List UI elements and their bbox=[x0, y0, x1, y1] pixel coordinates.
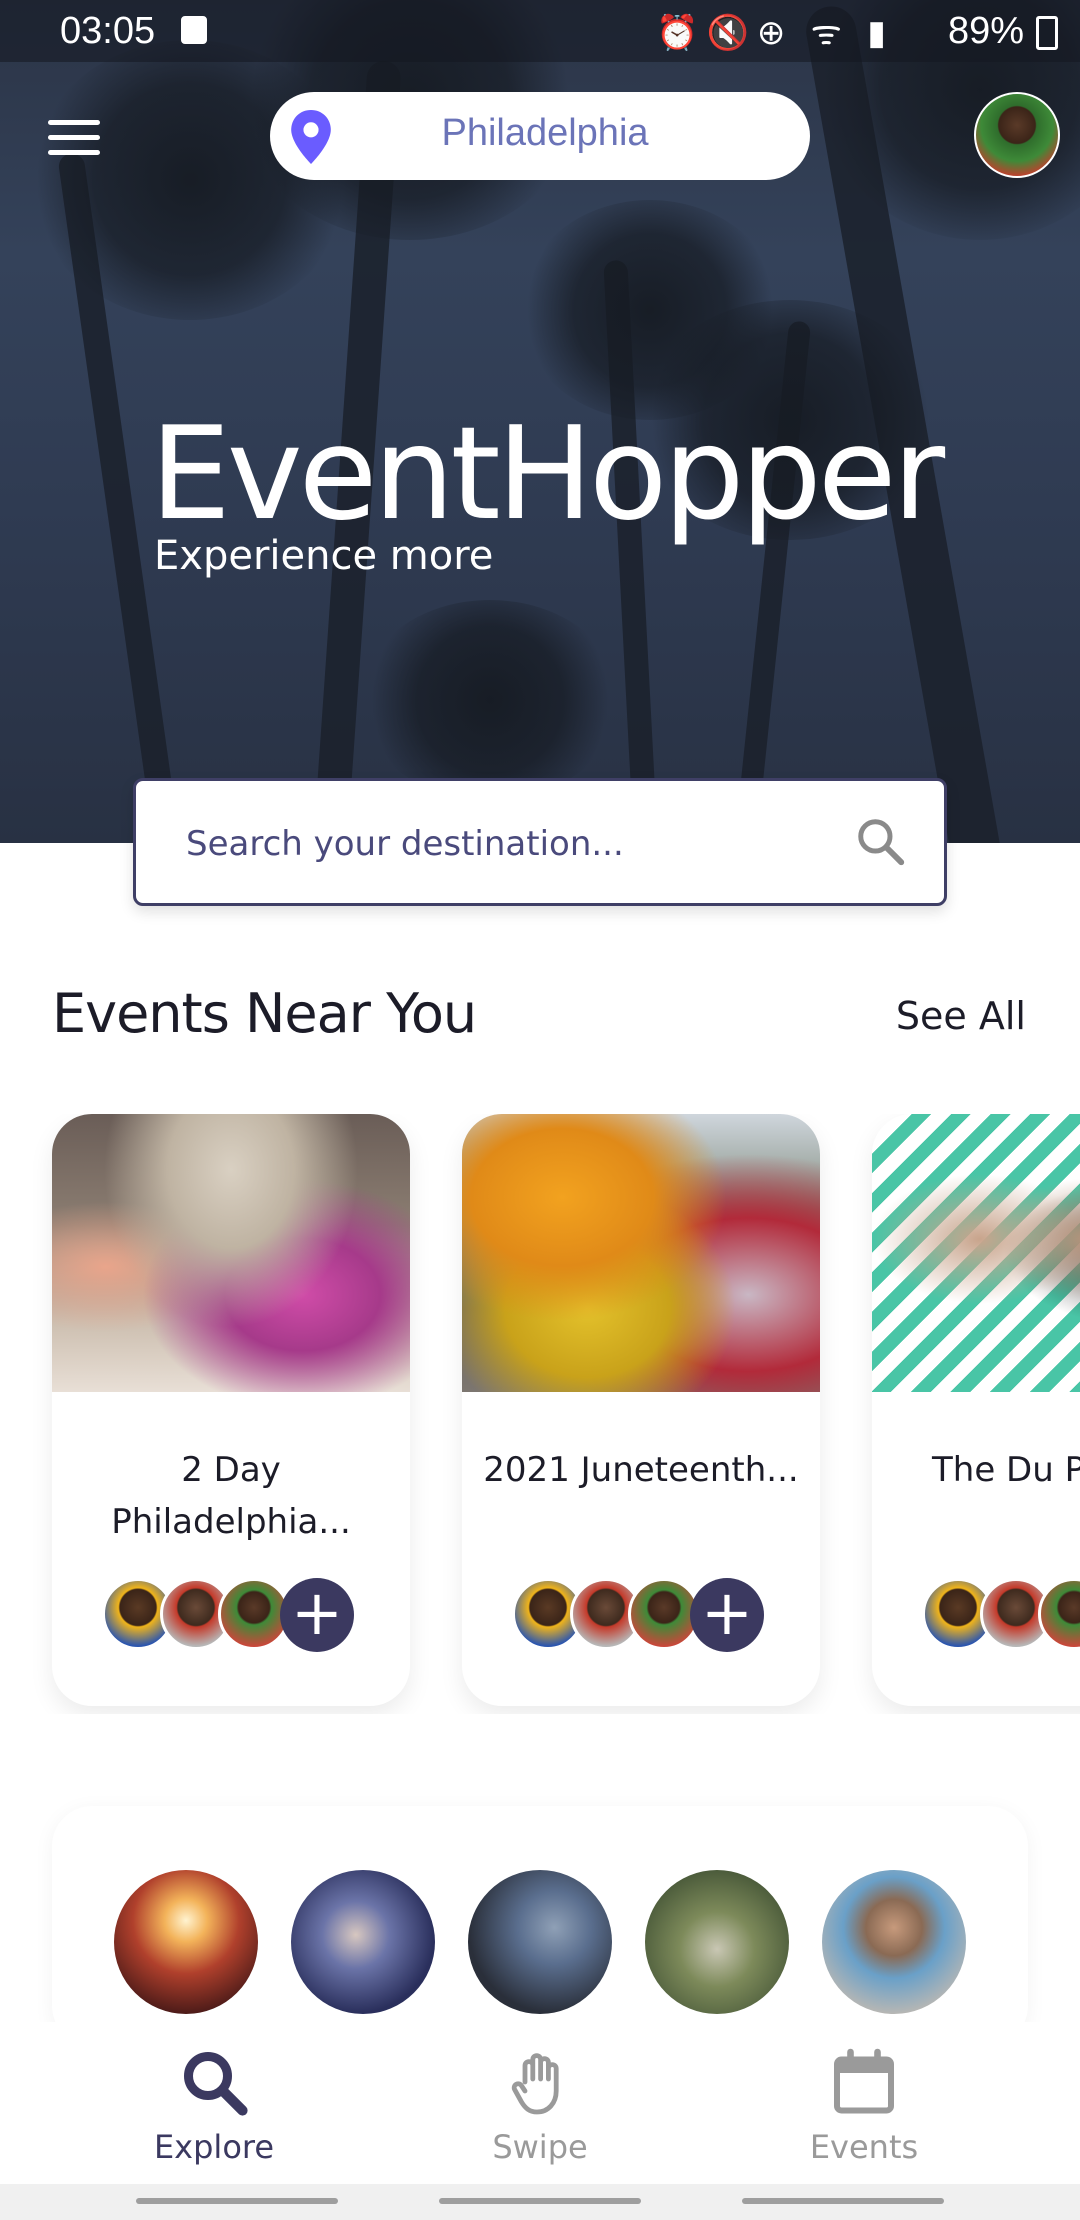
search-input[interactable] bbox=[186, 817, 806, 871]
nav-label: Events bbox=[809, 2128, 919, 2166]
location-selector[interactable]: Philadelphia bbox=[270, 92, 810, 180]
story-avatar[interactable] bbox=[291, 1870, 435, 2014]
attendee-avatar bbox=[1038, 1578, 1080, 1650]
profile-avatar[interactable] bbox=[974, 92, 1060, 178]
story-avatar[interactable] bbox=[645, 1870, 789, 2014]
event-image bbox=[872, 1114, 1080, 1392]
app-tagline: Experience more bbox=[154, 533, 494, 579]
status-icons: ⏰🔇⊕ ᯤ ▮ bbox=[656, 14, 894, 52]
notification-icon bbox=[181, 16, 207, 44]
see-all-link[interactable]: See All bbox=[896, 994, 1026, 1038]
event-card[interactable]: The Du Perfect 2 bbox=[872, 1114, 1080, 1706]
story-avatar[interactable] bbox=[468, 1870, 612, 2014]
app-brand-title: EventHopper bbox=[150, 400, 945, 549]
nav-swipe[interactable]: Swipe bbox=[420, 2036, 660, 2176]
gesture-handle[interactable] bbox=[439, 2198, 641, 2204]
battery-icon bbox=[1036, 16, 1058, 50]
event-image bbox=[52, 1114, 410, 1392]
section-title: Events Near You bbox=[52, 982, 477, 1045]
nav-label: Explore bbox=[153, 2128, 275, 2166]
hamburger-line bbox=[48, 135, 100, 140]
battery-level: 89% bbox=[947, 10, 1024, 52]
system-gesture-bar bbox=[0, 2184, 1080, 2220]
event-image bbox=[462, 1114, 820, 1392]
stories-row bbox=[52, 1806, 1028, 2046]
attendee-avatars bbox=[922, 1578, 1080, 1654]
attendee-avatars: + bbox=[512, 1578, 772, 1654]
add-friend-button[interactable]: + bbox=[690, 1578, 764, 1652]
add-friend-button[interactable]: + bbox=[280, 1578, 354, 1652]
hamburger-icon bbox=[48, 120, 100, 125]
event-card[interactable]: 2 Day Philadelphia... + bbox=[52, 1114, 410, 1706]
search-icon bbox=[184, 2052, 248, 2116]
event-title: 2 Day Philadelphia... bbox=[111, 1450, 351, 1542]
bottom-navigation: Explore Swipe Events bbox=[0, 2022, 1080, 2184]
location-name: Philadelphia bbox=[441, 112, 649, 154]
event-title: The Du Perfect 2 bbox=[932, 1450, 1080, 1490]
nav-label: Swipe bbox=[492, 2128, 588, 2166]
gesture-handle[interactable] bbox=[136, 2198, 338, 2204]
search-bar[interactable] bbox=[133, 778, 947, 906]
status-time: 03:05 bbox=[60, 10, 156, 52]
events-carousel[interactable]: 2 Day Philadelphia... + 2021 Juneteenth.… bbox=[0, 1114, 1080, 1714]
menu-button[interactable] bbox=[48, 120, 100, 156]
nav-events[interactable]: Events bbox=[744, 2036, 984, 2176]
search-icon[interactable] bbox=[854, 815, 908, 869]
event-title: 2021 Juneteenth... bbox=[483, 1450, 799, 1490]
hand-icon bbox=[511, 2053, 559, 2115]
nav-explore[interactable]: Explore bbox=[94, 2036, 334, 2176]
gesture-handle[interactable] bbox=[742, 2198, 944, 2204]
story-avatar[interactable] bbox=[822, 1870, 966, 2014]
palm-frond bbox=[360, 600, 620, 800]
hamburger-line bbox=[48, 150, 100, 155]
attendee-avatars: + bbox=[102, 1578, 362, 1654]
event-card[interactable]: 2021 Juneteenth... + bbox=[462, 1114, 820, 1706]
status-bar: 03:05 ⏰🔇⊕ ᯤ ▮ 89% bbox=[0, 0, 1080, 62]
story-avatar[interactable] bbox=[114, 1870, 258, 2014]
hero-banner: 03:05 ⏰🔇⊕ ᯤ ▮ 89% Philadelphia EventHopp… bbox=[0, 0, 1080, 843]
calendar-icon bbox=[834, 2048, 894, 2114]
